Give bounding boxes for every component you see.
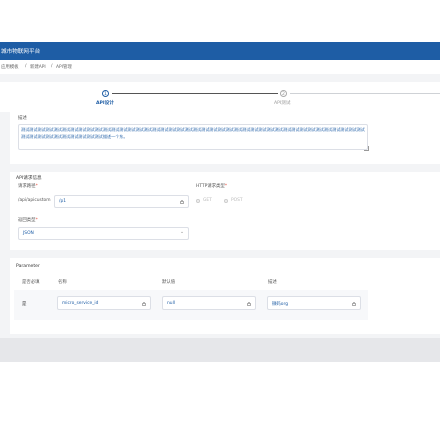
footer-bar: [0, 338, 440, 362]
step-2-label: API测试: [274, 101, 291, 106]
parameter-section-title: Parameter: [16, 264, 40, 269]
param-default-value: null: [167, 301, 176, 306]
description-label: 描述: [18, 116, 27, 121]
api-request-section-title: API请求信息: [16, 176, 42, 181]
step-1-label: API设计: [96, 101, 114, 106]
step-connector-tail: [290, 93, 440, 94]
column-header-name: 名称: [58, 280, 67, 285]
lock-icon: [247, 301, 251, 306]
chevron-down-icon: ⌄: [179, 230, 184, 235]
column-header-required: 是否必填: [22, 280, 40, 285]
description-textarea[interactable]: 测试测试测试测试测试测试测试测试测试测试测试测试测试测试测试测试测试测试测试测试…: [18, 124, 368, 150]
step-connector: [112, 93, 278, 94]
resize-handle-icon[interactable]: [364, 146, 369, 151]
return-type-select[interactable]: JSON ⌄: [18, 227, 189, 240]
radio-post-label: POST: [231, 198, 243, 203]
step-indicator: [0, 82, 440, 112]
description-text: 测试测试测试测试测试测试测试测试测试测试测试测试测试测试测试测试测试测试测试测试…: [21, 127, 365, 139]
request-path-input[interactable]: /p1: [54, 195, 189, 208]
request-path-value: /p1: [59, 199, 67, 204]
request-path-label-text: 请求路径: [18, 184, 36, 189]
param-name-input[interactable]: micro_service_id: [57, 296, 151, 310]
radio-get[interactable]: [196, 199, 200, 203]
breadcrumb-separator: /: [25, 64, 27, 69]
param-description-value: 微码org: [272, 302, 288, 307]
request-path-label: 请求路径*: [18, 184, 38, 189]
step-1-circle: 1: [102, 90, 109, 97]
breadcrumb-item-home[interactable]: 应用模板: [1, 64, 19, 70]
http-method-label: HTTP请求类型*: [196, 184, 228, 189]
http-method-label-text: HTTP请求类型: [196, 184, 225, 189]
request-path-prefix: /api/apicustom: [18, 198, 51, 203]
column-header-default: 默认值: [162, 280, 176, 285]
column-header-description: 描述: [268, 280, 277, 285]
breadcrumb: 应用模板 / 新建API / API管理: [0, 60, 440, 75]
lock-icon: [352, 301, 356, 306]
param-name-value: micro_service_id: [62, 301, 99, 306]
step-2-circle: 2: [280, 90, 287, 97]
lock-icon: [142, 301, 146, 306]
radio-get-label: GET: [203, 198, 212, 203]
radio-post[interactable]: [224, 199, 228, 203]
breadcrumb-separator: /: [51, 64, 53, 69]
param-description-input[interactable]: 微码org: [267, 296, 361, 310]
return-type-label-text: 返回类型: [18, 218, 36, 223]
return-type-value: JSON: [23, 231, 34, 236]
row-required-value: 是: [22, 302, 27, 307]
top-header-bar: 城市物联网平台: [0, 42, 440, 60]
app-title: 城市物联网平台: [1, 49, 41, 55]
param-default-input[interactable]: null: [162, 296, 256, 310]
breadcrumb-item-api-manage: API管理: [56, 65, 72, 70]
return-type-label: 返回类型*: [18, 218, 38, 223]
lock-icon: [180, 199, 184, 204]
breadcrumb-item-new-api[interactable]: 新建API: [30, 64, 46, 70]
